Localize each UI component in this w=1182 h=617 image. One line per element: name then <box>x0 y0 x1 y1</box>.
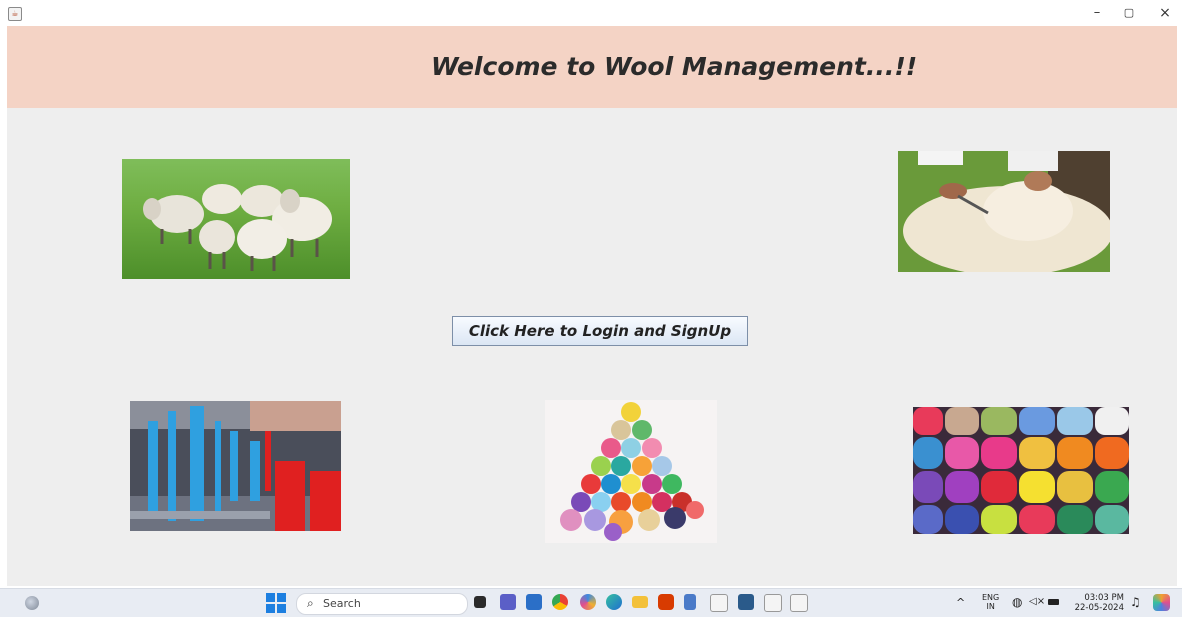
notepad-icon[interactable] <box>684 594 696 610</box>
java-icon[interactable] <box>790 594 808 612</box>
page-title: Welcome to Wool Management...!! <box>431 52 918 81</box>
battery-icon[interactable] <box>1048 599 1059 605</box>
taskbar-search-box[interactable]: ⌕ Search <box>296 593 468 615</box>
app-content: Welcome to Wool Management...!! Click He… <box>7 26 1177 586</box>
network-icon[interactable]: ◍ <box>1012 595 1022 609</box>
textile-factory-image <box>130 401 341 531</box>
chevron-up-icon[interactable]: ^ <box>956 596 965 609</box>
java-icon: ☕ <box>8 7 22 21</box>
system-tray: ^ ENG IN ◍ ◁× 03:03 PM 22-05-2024 ♫ <box>950 592 1182 616</box>
clock-time: 03:03 PM <box>1084 593 1124 603</box>
copilot-icon[interactable] <box>1153 594 1170 611</box>
copilot-app-icon[interactable] <box>580 594 596 610</box>
java-icon[interactable] <box>710 594 728 612</box>
sheep-flock-image <box>122 159 350 279</box>
taskbar: ⌕ Search ^ ENG IN ◍ ◁× 03:03 PM 22-05-20… <box>0 588 1182 617</box>
search-label: Search <box>323 597 361 610</box>
chrome-icon[interactable] <box>552 594 568 610</box>
minimize-button[interactable]: – <box>1082 3 1112 23</box>
start-button[interactable] <box>266 593 286 613</box>
volume-muted-icon[interactable]: ◁× <box>1029 596 1045 607</box>
file-explorer-icon[interactable] <box>474 596 486 608</box>
notification-bell-icon[interactable]: ♫ <box>1130 595 1141 609</box>
widgets-icon[interactable] <box>25 596 39 610</box>
yarn-pyramid-image <box>545 400 717 543</box>
office-icon[interactable] <box>658 594 674 610</box>
clock-date: 22-05-2024 <box>1074 603 1124 613</box>
clock[interactable]: 03:03 PM 22-05-2024 <box>1070 593 1124 613</box>
teams-icon[interactable] <box>500 594 516 610</box>
login-signup-button[interactable]: Click Here to Login and SignUp <box>452 316 748 346</box>
edge-icon[interactable] <box>606 594 622 610</box>
window-title-bar: ☕ – ▢ × <box>0 0 1182 26</box>
language-code: ENG <box>982 593 1000 602</box>
region-code: IN <box>986 602 995 611</box>
folder-icon[interactable] <box>632 596 648 608</box>
yarn-wall-image <box>913 407 1129 534</box>
vscode-icon[interactable] <box>738 594 754 610</box>
maximize-button[interactable]: ▢ <box>1114 3 1144 23</box>
header-band: Welcome to Wool Management...!! <box>7 26 1177 108</box>
search-icon: ⌕ <box>307 596 314 610</box>
store-icon[interactable] <box>526 594 542 610</box>
close-button[interactable]: × <box>1150 3 1180 23</box>
java-icon[interactable] <box>764 594 782 612</box>
sheep-shearing-image <box>898 151 1110 272</box>
language-indicator[interactable]: ENG IN <box>982 593 999 611</box>
